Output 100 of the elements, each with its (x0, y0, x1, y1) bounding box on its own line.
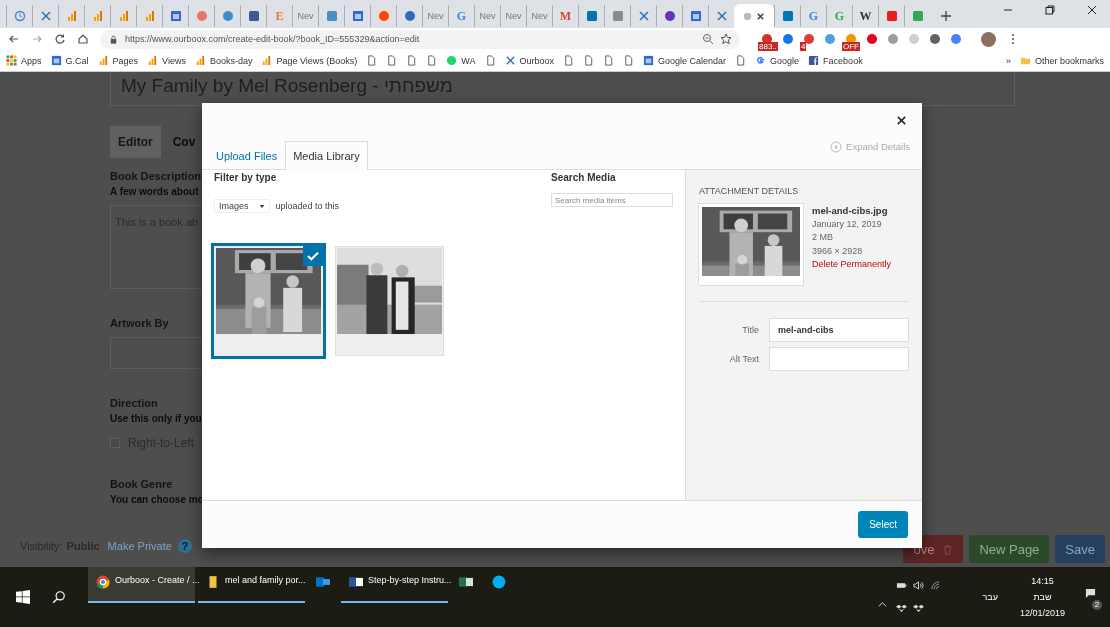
extension-icon[interactable] (803, 33, 815, 45)
battery-icon[interactable] (895, 580, 907, 591)
close-icon[interactable] (896, 115, 907, 126)
dropbox-icon[interactable] (912, 603, 924, 614)
field-label: Book Description (110, 170, 202, 182)
folder-icon (1019, 55, 1031, 66)
calendar-icon (643, 55, 655, 66)
square-icon (911, 10, 924, 22)
circle-icon (743, 11, 752, 21)
filter-dropdown[interactable]: Images (214, 199, 270, 213)
select-button[interactable]: Select (858, 511, 908, 538)
field-label: Alt Text (728, 354, 759, 364)
extension-icon[interactable] (887, 33, 899, 45)
bookmark[interactable]: Books-day (194, 55, 253, 66)
file-name: mel-and-cibs.jpg (812, 204, 889, 218)
extension-icon[interactable] (950, 33, 962, 45)
bookmark[interactable]: Views (147, 55, 186, 66)
new-page-button[interactable]: New Page (969, 535, 1050, 563)
bookmark[interactable]: Google Calendar (643, 55, 727, 66)
media-tab[interactable]: Media Library (285, 141, 368, 170)
bookmark[interactable] (426, 55, 438, 66)
circle-icon (403, 10, 416, 22)
bar-chart-icon (65, 10, 78, 22)
bookmark[interactable]: Pages (97, 55, 139, 66)
dropbox-icon[interactable] (895, 603, 907, 614)
bookmark[interactable]: Page Views (Books) (261, 55, 358, 66)
zoom-icon[interactable] (702, 33, 714, 45)
bookmark[interactable] (484, 55, 496, 66)
extension-icon[interactable] (866, 33, 878, 45)
google-icon (755, 55, 767, 66)
browser-tab[interactable]: Nev (474, 5, 500, 27)
bookmark[interactable]: Facebook (808, 55, 863, 66)
extension-icon[interactable] (824, 33, 836, 45)
bookmark[interactable] (386, 55, 398, 66)
notification-button[interactable]: 2 (1085, 584, 1102, 610)
search-label: Search Media (551, 172, 617, 183)
save-button[interactable]: Save (1055, 535, 1105, 563)
star-icon[interactable] (720, 33, 732, 45)
media-item[interactable] (335, 246, 444, 356)
check-icon[interactable] (303, 246, 323, 266)
facebook-icon (808, 55, 820, 66)
filter-dropdown-text[interactable]: uploaded to this (275, 201, 340, 211)
bar-chart-icon (91, 10, 104, 22)
bookmark[interactable]: Ourboox (504, 55, 555, 66)
reload-icon[interactable] (54, 33, 66, 45)
bookmark[interactable]: G.Cal (50, 55, 89, 66)
bookmark-folder[interactable]: Other bookmarks (1019, 55, 1104, 66)
page-icon (484, 55, 496, 66)
browser-tab[interactable]: Nev (500, 5, 526, 27)
bookmark[interactable]: Apps (6, 55, 42, 66)
extension-icon[interactable] (782, 33, 794, 45)
extension-icon[interactable] (929, 33, 941, 45)
media-item[interactable] (214, 246, 323, 356)
new-tab-icon[interactable] (940, 10, 952, 22)
alt-text-field[interactable] (769, 347, 909, 371)
bookmark[interactable] (735, 55, 747, 66)
field-label: Title (741, 325, 759, 335)
bookmark[interactable] (406, 55, 418, 66)
speaker-icon[interactable] (912, 580, 924, 591)
browser-tab[interactable]: Nev (422, 5, 448, 27)
browser-tab[interactable]: Nev (292, 5, 318, 27)
search-field[interactable]: Search media items (551, 193, 673, 207)
bookmark[interactable] (366, 55, 378, 66)
page-icon (426, 55, 438, 66)
search-icon[interactable] (52, 590, 66, 604)
bookmark[interactable] (623, 55, 635, 66)
taskbar-button[interactable]: mel and family por... (198, 567, 305, 603)
title-field[interactable]: mel-and-cibs (769, 318, 909, 342)
browser-tab[interactable]: W (852, 5, 878, 27)
wifi-icon[interactable] (929, 580, 941, 591)
bookmark[interactable]: WA (446, 55, 476, 66)
bar-chart-icon (143, 10, 156, 22)
bookmark[interactable] (583, 55, 595, 66)
field-label: Artwork By (110, 317, 169, 329)
close-icon[interactable] (1086, 4, 1098, 16)
extension-badge: OFF (842, 42, 860, 51)
windows-start-icon[interactable] (16, 590, 30, 604)
browser-tab[interactable]: Nev (526, 5, 552, 27)
bar-chart-icon (97, 55, 109, 66)
checkbox[interactable] (110, 438, 120, 448)
forward-icon[interactable] (31, 33, 43, 45)
extension-badge: 883.. (758, 42, 778, 51)
bar-chart-icon (194, 55, 206, 66)
bookmark[interactable]: Google (755, 55, 800, 66)
media-tab[interactable]: Upload Files (208, 141, 286, 170)
more-bookmarks-button[interactable]: » (1005, 55, 1011, 66)
x-icon (504, 55, 516, 66)
bookmark[interactable] (563, 55, 575, 66)
restore-icon[interactable] (1044, 4, 1056, 16)
clock-date: 12/01/2019 (1019, 608, 1065, 618)
page-icon (406, 55, 418, 66)
notification-count: 2 (1092, 599, 1102, 610)
language-indicator[interactable]: עבר (982, 592, 998, 602)
delete-link[interactable]: Delete Permanently (812, 258, 892, 272)
address-bar[interactable]: https://www.ourboox.com/create-edit-book/?book_ID=555329&action=edit (100, 29, 740, 49)
bookmark[interactable] (603, 55, 615, 66)
home-icon[interactable] (77, 33, 89, 45)
avatar[interactable] (981, 31, 996, 47)
back-icon[interactable] (8, 33, 20, 45)
clock-time: 14:15 (1031, 576, 1054, 586)
